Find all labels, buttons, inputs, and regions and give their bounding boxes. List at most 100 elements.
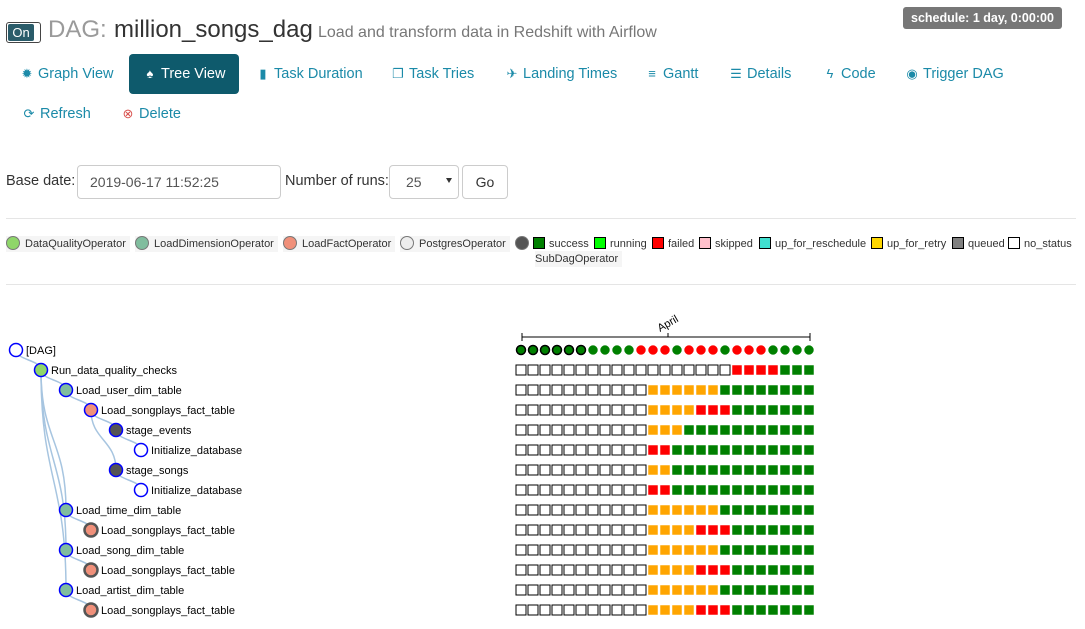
task-instance-square[interactable] bbox=[719, 444, 731, 456]
task-instance-square[interactable] bbox=[527, 424, 539, 436]
task-instance-square[interactable] bbox=[731, 464, 743, 476]
tab-details[interactable]: ☰ Details bbox=[729, 54, 791, 94]
task-instance-square[interactable] bbox=[707, 404, 719, 416]
dag-run-circle[interactable] bbox=[660, 345, 670, 355]
task-instance-square[interactable] bbox=[515, 404, 527, 416]
task-instance-square[interactable] bbox=[767, 564, 779, 576]
tree-node-circle[interactable] bbox=[33, 362, 49, 378]
task-instance-square[interactable] bbox=[551, 384, 563, 396]
task-instance-square[interactable] bbox=[539, 504, 551, 516]
dag-run-circle[interactable] bbox=[588, 345, 598, 355]
task-instance-square[interactable] bbox=[719, 504, 731, 516]
task-instance-square[interactable] bbox=[599, 564, 611, 576]
task-instance-square[interactable] bbox=[791, 484, 803, 496]
task-instance-square[interactable] bbox=[611, 584, 623, 596]
task-instance-square[interactable] bbox=[707, 504, 719, 516]
tab-trigger-dag[interactable]: ◉ Trigger DAG bbox=[905, 54, 1004, 94]
task-instance-square[interactable] bbox=[551, 584, 563, 596]
tree-node-circle[interactable] bbox=[108, 422, 124, 438]
task-instance-square[interactable] bbox=[551, 544, 563, 556]
task-instance-square[interactable] bbox=[695, 484, 707, 496]
task-instance-square[interactable] bbox=[671, 524, 683, 536]
task-instance-square[interactable] bbox=[659, 424, 671, 436]
task-instance-square[interactable] bbox=[755, 584, 767, 596]
task-instance-square[interactable] bbox=[755, 384, 767, 396]
task-instance-square[interactable] bbox=[551, 444, 563, 456]
task-instance-square[interactable] bbox=[575, 424, 587, 436]
dag-run-circle[interactable] bbox=[792, 345, 802, 355]
task-instance-square[interactable] bbox=[695, 424, 707, 436]
task-instance-square[interactable] bbox=[659, 604, 671, 616]
task-instance-square[interactable] bbox=[767, 364, 779, 376]
task-instance-square[interactable] bbox=[659, 544, 671, 556]
task-instance-square[interactable] bbox=[527, 404, 539, 416]
task-instance-square[interactable] bbox=[671, 444, 683, 456]
task-instance-square[interactable] bbox=[755, 504, 767, 516]
dag-run-circle[interactable] bbox=[720, 345, 730, 355]
tree-node-label[interactable]: Load_songplays_fact_table bbox=[101, 605, 235, 617]
task-instance-square[interactable] bbox=[575, 384, 587, 396]
task-instance-square[interactable] bbox=[563, 524, 575, 536]
task-instance-square[interactable] bbox=[779, 464, 791, 476]
task-instance-square[interactable] bbox=[791, 604, 803, 616]
task-instance-square[interactable] bbox=[551, 484, 563, 496]
task-instance-square[interactable] bbox=[515, 384, 527, 396]
task-instance-square[interactable] bbox=[647, 404, 659, 416]
task-instance-square[interactable] bbox=[791, 364, 803, 376]
task-instance-square[interactable] bbox=[551, 404, 563, 416]
task-instance-square[interactable] bbox=[587, 444, 599, 456]
tab-graph-view[interactable]: ✹ Graph View bbox=[20, 54, 114, 94]
task-instance-square[interactable] bbox=[671, 464, 683, 476]
task-instance-square[interactable] bbox=[719, 544, 731, 556]
task-instance-square[interactable] bbox=[695, 444, 707, 456]
task-instance-square[interactable] bbox=[575, 604, 587, 616]
dag-run-circle[interactable] bbox=[600, 345, 610, 355]
task-instance-square[interactable] bbox=[695, 524, 707, 536]
task-instance-square[interactable] bbox=[767, 584, 779, 596]
task-instance-square[interactable] bbox=[659, 584, 671, 596]
task-instance-square[interactable] bbox=[695, 504, 707, 516]
task-instance-square[interactable] bbox=[527, 484, 539, 496]
dag-run-circle[interactable] bbox=[708, 345, 718, 355]
task-instance-square[interactable] bbox=[671, 544, 683, 556]
task-instance-square[interactable] bbox=[683, 444, 695, 456]
task-instance-square[interactable] bbox=[671, 484, 683, 496]
task-instance-square[interactable] bbox=[539, 464, 551, 476]
task-instance-square[interactable] bbox=[803, 464, 815, 476]
task-instance-square[interactable] bbox=[695, 604, 707, 616]
task-instance-square[interactable] bbox=[743, 544, 755, 556]
task-instance-square[interactable] bbox=[707, 364, 719, 376]
task-instance-square[interactable] bbox=[563, 504, 575, 516]
task-instance-square[interactable] bbox=[683, 384, 695, 396]
task-instance-square[interactable] bbox=[791, 384, 803, 396]
task-instance-square[interactable] bbox=[623, 364, 635, 376]
dag-run-circle[interactable] bbox=[684, 345, 694, 355]
task-instance-square[interactable] bbox=[563, 444, 575, 456]
task-instance-square[interactable] bbox=[587, 424, 599, 436]
task-instance-square[interactable] bbox=[563, 544, 575, 556]
task-instance-square[interactable] bbox=[755, 524, 767, 536]
task-instance-square[interactable] bbox=[791, 564, 803, 576]
task-instance-square[interactable] bbox=[719, 564, 731, 576]
tab-gantt[interactable]: ≡ Gantt bbox=[645, 54, 698, 94]
task-instance-square[interactable] bbox=[515, 484, 527, 496]
task-instance-square[interactable] bbox=[575, 544, 587, 556]
task-instance-square[interactable] bbox=[683, 524, 695, 536]
dag-run-circle[interactable] bbox=[551, 344, 563, 356]
tree-node-circle[interactable] bbox=[83, 522, 99, 538]
task-instance-square[interactable] bbox=[755, 424, 767, 436]
task-instance-square[interactable] bbox=[635, 564, 647, 576]
tree-node-label[interactable]: Load_time_dim_table bbox=[76, 505, 181, 517]
task-instance-square[interactable] bbox=[539, 384, 551, 396]
task-instance-square[interactable] bbox=[611, 544, 623, 556]
task-instance-square[interactable] bbox=[719, 584, 731, 596]
tab-task-tries[interactable]: ❐ Task Tries bbox=[391, 54, 474, 94]
task-instance-square[interactable] bbox=[683, 504, 695, 516]
task-instance-square[interactable] bbox=[527, 604, 539, 616]
task-instance-square[interactable] bbox=[707, 544, 719, 556]
task-instance-square[interactable] bbox=[683, 404, 695, 416]
task-instance-square[interactable] bbox=[599, 384, 611, 396]
task-instance-square[interactable] bbox=[755, 484, 767, 496]
task-instance-square[interactable] bbox=[743, 464, 755, 476]
dag-run-circle[interactable] bbox=[563, 344, 575, 356]
